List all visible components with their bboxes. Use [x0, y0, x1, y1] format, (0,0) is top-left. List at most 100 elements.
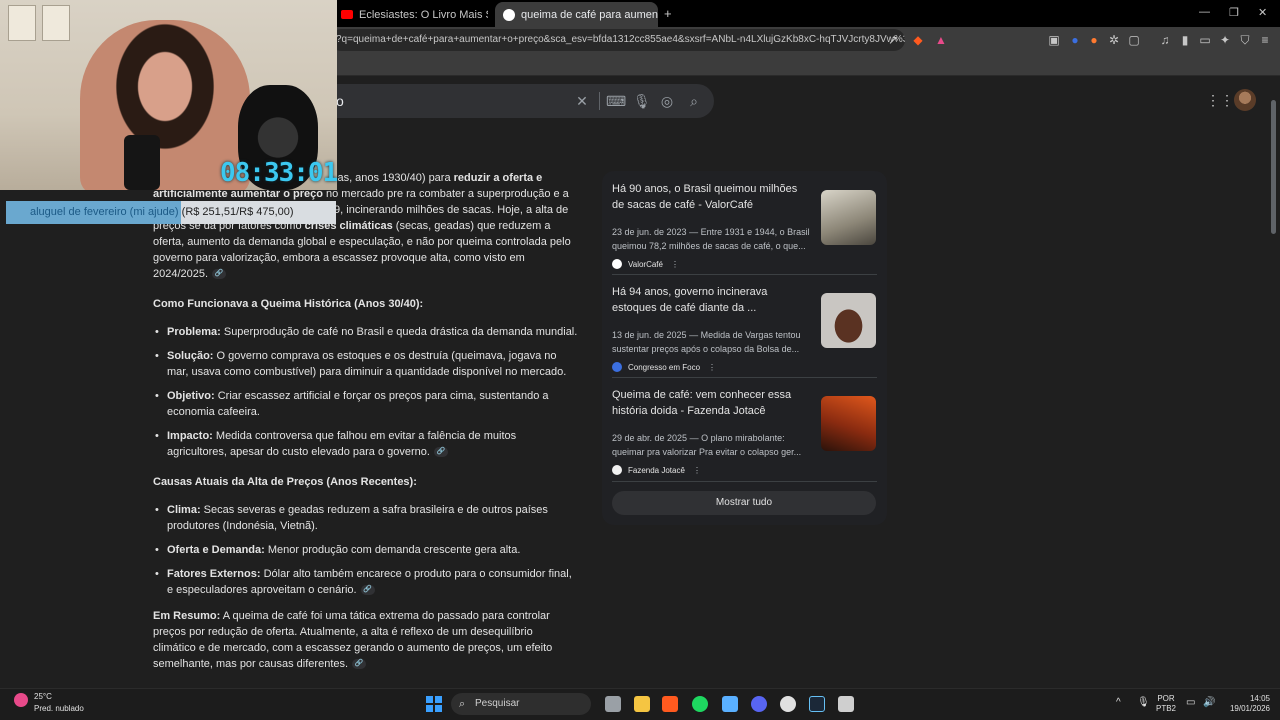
apps-grid-icon[interactable]: ⋮⋮⋮	[1206, 93, 1248, 107]
search-box[interactable]: o ✕ ⌨ 🎙 ◎ ⌕	[300, 84, 714, 118]
puzzle-icon[interactable]: ✲	[1106, 32, 1122, 48]
brave-shield-icon[interactable]: ◆	[910, 32, 926, 48]
keyboard-icon[interactable]: ⌨	[606, 93, 626, 109]
sources-panel: Há 90 anos, o Brasil queimou milhões de …	[602, 171, 887, 525]
list-item: Fatores Externos: Dólar alto também enca…	[153, 566, 578, 598]
weather-icon	[14, 693, 28, 707]
network-icon[interactable]: ▭	[1186, 697, 1195, 708]
restore-button[interactable]: ❐	[1229, 6, 1239, 19]
file-explorer-icon[interactable]	[634, 696, 650, 712]
item-key: Fatores Externos:	[167, 568, 261, 580]
mic-icon[interactable]: 🎙	[633, 93, 651, 109]
item-text: Menor produção com demanda crescente ger…	[264, 544, 521, 556]
obs-icon[interactable]	[780, 696, 796, 712]
search-icon[interactable]: ⌕	[686, 93, 702, 109]
task-view-icon[interactable]	[605, 696, 621, 712]
card-title[interactable]: Há 90 anos, o Brasil queimou milhões de …	[612, 181, 812, 213]
causes-list: Clima: Secas severas e geadas reduzem a …	[153, 502, 578, 598]
history-list: Problema: Superprodução de café no Brasi…	[153, 324, 578, 460]
mic-icon[interactable]: 🎙	[1137, 697, 1150, 708]
item-key: Oferta e Demanda:	[167, 544, 265, 556]
taskbar-search[interactable]: ⌕ Pesquisar	[451, 693, 591, 715]
menu-icon[interactable]: ≡	[1257, 32, 1273, 48]
tab-eclesiastes[interactable]: Eclesiastes: O Livro Mais Sombrio da	[333, 2, 488, 27]
vpn-icon[interactable]: ⛉	[1237, 32, 1253, 48]
chevron-up-icon[interactable]: ^	[1116, 697, 1121, 708]
intro-text: pre	[387, 188, 404, 200]
item-text: Superprodução de café no Brasil e queda …	[220, 326, 578, 338]
search-query[interactable]: o	[336, 93, 344, 109]
divider	[612, 274, 877, 275]
card-source: Fazenda Jotacê ⋮	[612, 465, 701, 475]
clear-icon[interactable]: ✕	[574, 93, 590, 109]
item-key: Impacto:	[167, 430, 213, 442]
divider	[612, 377, 877, 378]
clock[interactable]: 14:05 19/01/2026	[1224, 694, 1270, 714]
scrollbar[interactable]	[1271, 100, 1276, 234]
extension-icon[interactable]: ●	[1086, 32, 1102, 48]
summary-key: Em Resumo:	[153, 610, 221, 622]
sidebar-icon[interactable]: ▮	[1177, 32, 1193, 48]
more-options-icon[interactable]: ⋮	[708, 363, 716, 372]
source-logo-icon	[612, 362, 622, 372]
card-snippet: 29 de abr. de 2025 — O plano mirabolante…	[612, 433, 802, 457]
extension-icon[interactable]: ▣	[1046, 32, 1062, 48]
spotify-icon[interactable]	[692, 696, 708, 712]
close-window-button[interactable]: ✕	[1258, 6, 1267, 19]
tab-title: Eclesiastes: O Livro Mais Sombrio da	[359, 8, 488, 21]
card-thumbnail[interactable]	[821, 396, 876, 451]
extension-icon[interactable]: ●	[1067, 32, 1083, 48]
discord-icon[interactable]	[751, 696, 767, 712]
source-card[interactable]: Há 90 anos, o Brasil queimou milhões de …	[612, 181, 877, 273]
lens-icon[interactable]: ◎	[659, 93, 675, 109]
list-item: Impacto: Medida controversa que falhou e…	[153, 428, 578, 460]
date: 19/01/2026	[1229, 704, 1270, 713]
language: POR	[1157, 694, 1175, 703]
brave-icon[interactable]	[662, 696, 678, 712]
rewards-icon[interactable]: ▲	[933, 32, 949, 48]
more-options-icon[interactable]: ⋮	[671, 260, 679, 269]
divider	[599, 92, 600, 110]
address-bar[interactable]: ?q=queima+de+café+para+aumentar+o+preço&…	[330, 29, 905, 51]
screenshot-icon[interactable]: ▢	[1126, 32, 1142, 48]
minimize-button[interactable]: —	[1199, 6, 1210, 18]
card-thumbnail[interactable]	[821, 190, 876, 245]
share-icon[interactable]: ↗	[885, 32, 901, 48]
card-snippet: 23 de jun. de 2023 — Entre 1931 e 1944, …	[612, 227, 810, 251]
section-heading: Causas Atuais da Alta de Preços (Anos Re…	[153, 476, 417, 488]
leo-icon[interactable]: ✦	[1217, 32, 1233, 48]
link-chip[interactable]: 🔗	[433, 447, 448, 458]
goal-amount: (R$ 251,51/R$ 475,00)	[181, 206, 294, 218]
card-title[interactable]: Queima de café: vem conhecer essa histór…	[612, 387, 812, 419]
steam-icon[interactable]	[809, 696, 825, 712]
show-all-button[interactable]: Mostrar tudo	[612, 491, 876, 515]
time: 14:05	[1249, 694, 1270, 703]
summary-paragraph: Em Resumo: A queima de café foi uma táti…	[153, 608, 578, 672]
music-icon[interactable]: ♫	[1157, 32, 1173, 48]
calculator-icon[interactable]	[838, 696, 854, 712]
language-indicator[interactable]: POR PTB2	[1156, 694, 1176, 714]
card-thumbnail[interactable]	[821, 293, 876, 348]
tab-queima-cafe[interactable]: queima de café para aumentar o ✕	[495, 2, 658, 27]
source-name: Congresso em Foco	[628, 362, 701, 372]
volume-icon[interactable]: 🔊	[1203, 697, 1215, 708]
card-title[interactable]: Há 94 anos, governo incinerava estoques …	[612, 284, 812, 316]
more-options-icon[interactable]: ⋮	[693, 466, 701, 475]
avatar[interactable]	[1234, 89, 1256, 111]
wallet-icon[interactable]: ▭	[1197, 32, 1213, 48]
source-card[interactable]: Queima de café: vem conhecer essa histór…	[612, 387, 877, 479]
card-source: ValorCafé ⋮	[612, 259, 679, 269]
link-chip[interactable]: 🔗	[352, 659, 367, 670]
new-tab-button[interactable]: +	[664, 6, 672, 21]
source-logo-icon	[612, 259, 622, 269]
link-chip[interactable]: 🔗	[360, 585, 375, 596]
wall-poster	[8, 5, 36, 41]
google-icon	[503, 8, 515, 21]
start-button[interactable]	[426, 696, 442, 712]
notepad-icon[interactable]	[722, 696, 738, 712]
link-chip[interactable]: 🔗	[212, 269, 227, 280]
stream-timer: 08:33:01	[220, 158, 338, 188]
microphone	[124, 135, 160, 190]
source-card[interactable]: Há 94 anos, governo incinerava estoques …	[612, 284, 877, 376]
item-key: Objetivo:	[167, 390, 215, 402]
